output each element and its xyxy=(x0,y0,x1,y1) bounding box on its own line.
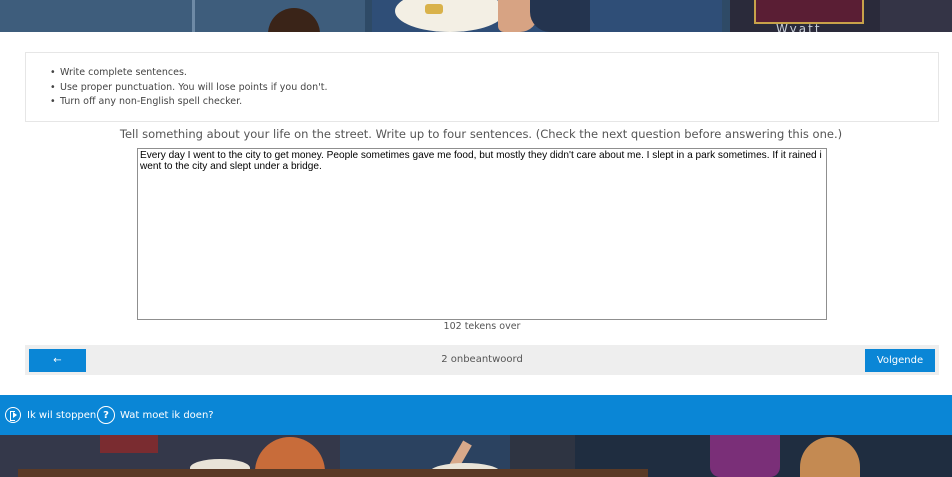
illustration-sign-text: Wyatt xyxy=(776,22,822,32)
stop-label: Ik wil stoppen xyxy=(27,409,97,421)
help-link[interactable]: ? Wat moet ik doen? xyxy=(97,406,214,424)
question-navigation: ← Vorige 2 onbeantwoord Volgende → xyxy=(25,345,939,389)
instruction-item: Write complete sentences. xyxy=(50,66,327,81)
exit-icon xyxy=(5,407,21,423)
instructions-box: Write complete sentences. Use proper pun… xyxy=(25,52,939,122)
instruction-item: Use proper punctuation. You will lose po… xyxy=(50,81,327,96)
header-illustration: Wyatt xyxy=(0,0,952,32)
help-icon: ? xyxy=(97,406,115,424)
instruction-item: Turn off any non-English spell checker. xyxy=(50,95,327,110)
next-button[interactable]: Volgende → xyxy=(865,349,935,389)
instructions-list: Write complete sentences. Use proper pun… xyxy=(50,66,327,110)
answer-textarea[interactable] xyxy=(137,148,827,320)
stop-link[interactable]: Ik wil stoppen xyxy=(5,406,96,424)
footer-illustration xyxy=(0,435,952,477)
characters-left-counter: 102 tekens over xyxy=(443,321,521,332)
footer-bar: Ik wil stoppen ? Wat moet ik doen? xyxy=(0,395,952,435)
help-label: Wat moet ik doen? xyxy=(120,409,214,421)
question-text: Tell something about your life on the st… xyxy=(119,127,843,141)
unanswered-count: 2 onbeantwoord xyxy=(441,354,523,365)
